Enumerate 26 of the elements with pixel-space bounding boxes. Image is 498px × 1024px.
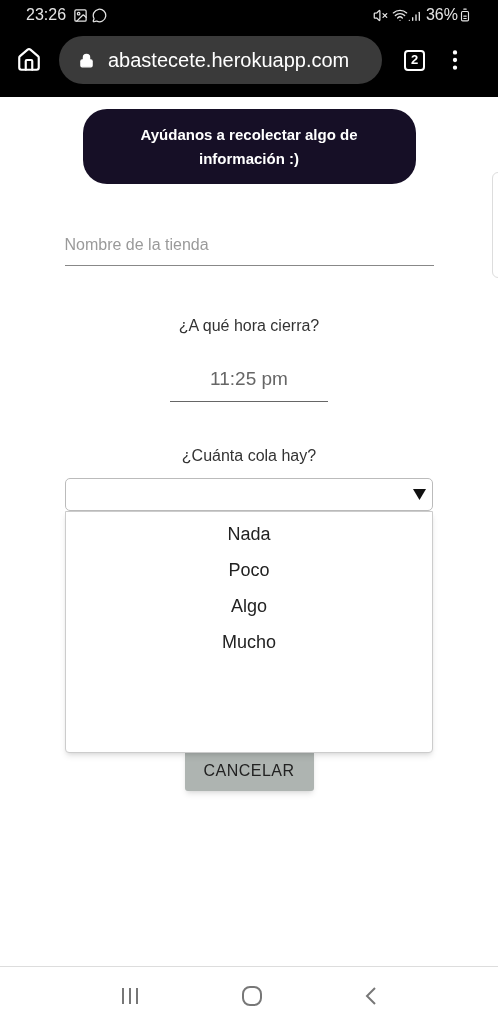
url-bar[interactable]: abastecete.herokuapp.com <box>59 36 382 84</box>
tab-count-button[interactable]: 2 <box>404 49 425 71</box>
dropdown-option[interactable]: Nada <box>66 516 432 552</box>
recent-apps-icon[interactable] <box>120 986 141 1005</box>
status-time: 23:26 <box>26 5 67 25</box>
battery-icon <box>458 8 472 22</box>
closing-time-label: ¿A qué hora cierra? <box>178 316 320 336</box>
chat-notification-icon <box>92 7 108 23</box>
home-button-icon[interactable] <box>241 984 263 1007</box>
home-icon[interactable] <box>16 47 42 73</box>
back-icon[interactable] <box>363 985 378 1006</box>
url-text: abastecete.herokuapp.com <box>108 48 350 73</box>
dropdown-caret-icon <box>413 489 426 500</box>
dropdown-option[interactable]: Algo <box>66 588 432 624</box>
battery-percentage: 36% <box>425 5 458 25</box>
mute-icon <box>372 7 388 23</box>
wifi-icon <box>391 7 408 23</box>
lock-icon <box>79 52 94 68</box>
store-name-field[interactable]: Nombre de la tienda <box>64 224 434 266</box>
image-notification-icon <box>73 7 89 23</box>
cancel-button[interactable]: CANCELAR <box>184 750 314 791</box>
closing-time-field[interactable]: 11:25 pm <box>170 357 328 402</box>
banner: Ayúdanos a recolectar algo de información :) <box>82 109 416 184</box>
queue-label: ¿Cuánta cola hay? <box>181 446 317 466</box>
dropdown-option[interactable]: Poco <box>66 552 432 588</box>
dropdown-option[interactable]: Mucho <box>66 624 432 660</box>
